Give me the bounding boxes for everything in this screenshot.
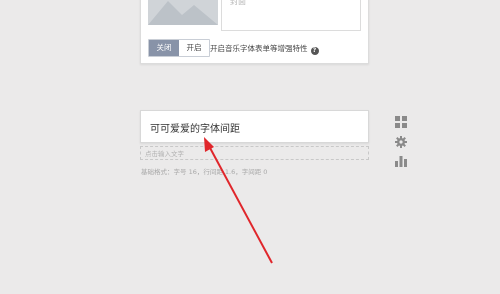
gear-icon[interactable] [395, 136, 407, 148]
toggle-description: 开启音乐字体表单等增强特性? [210, 43, 319, 55]
toggle-on-button[interactable]: 开启 [179, 40, 209, 56]
text-input-area[interactable]: 点击输入文字 [140, 146, 369, 160]
text-input-placeholder: 点击输入文字 [145, 150, 184, 158]
toggle-description-text: 开启音乐字体表单等增强特性 [210, 44, 308, 53]
cover-field[interactable]: 封面 [221, 0, 361, 31]
cover-image-thumbnail[interactable] [148, 0, 218, 25]
cover-label: 封面 [230, 0, 246, 6]
base-style-info: 基础格式：字号 16，行间距 1.6，字间距 0 [141, 168, 268, 176]
title-text-block[interactable]: 可可爱爱的字体间距 [140, 110, 369, 143]
settings-card: 封面 关闭 开启 开启音乐字体表单等增强特性? [140, 0, 369, 64]
question-circle-icon[interactable]: ? [310, 47, 319, 55]
music-toggle[interactable]: 关闭 开启 [148, 39, 210, 57]
grid-icon[interactable] [395, 116, 407, 128]
image-placeholder-icon [148, 0, 218, 25]
bar-chart-icon[interactable] [395, 155, 407, 167]
title-text: 可可爱爱的字体间距 [150, 124, 240, 135]
toggle-off-button[interactable]: 关闭 [149, 40, 179, 56]
